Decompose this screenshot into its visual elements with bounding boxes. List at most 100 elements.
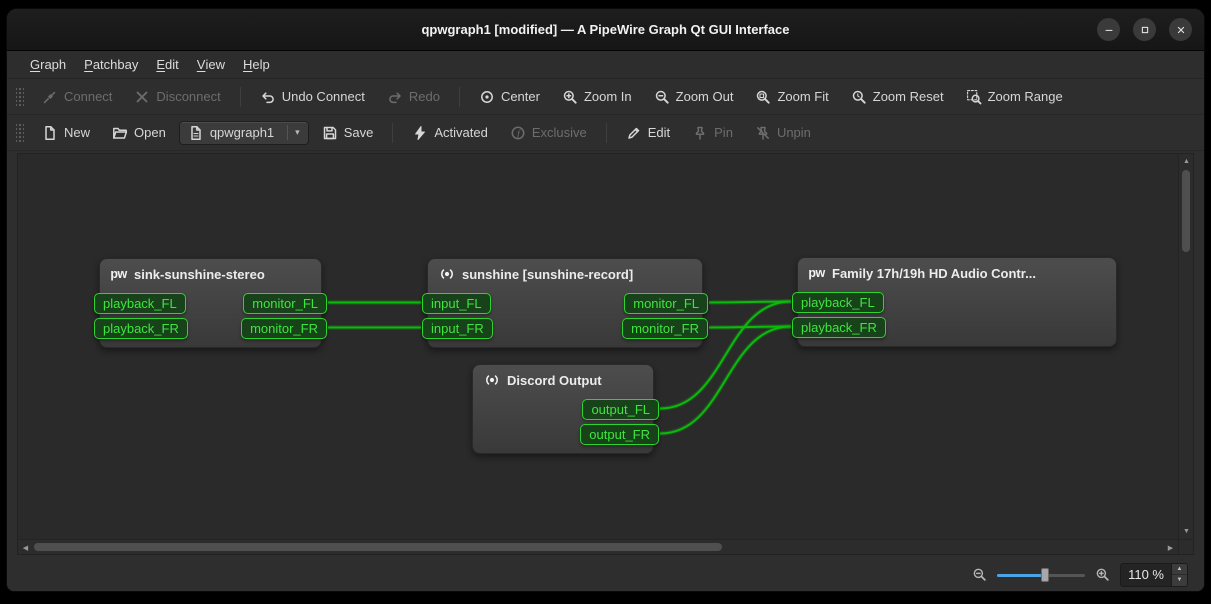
zoom-in-status-icon[interactable] — [1095, 567, 1110, 582]
toolbar-handle[interactable] — [16, 87, 24, 107]
output-port[interactable]: output_FR — [580, 424, 659, 445]
save-icon — [322, 125, 338, 141]
toolbar-actions: ConnectDisconnectUndo ConnectRedoCenterZ… — [7, 79, 1204, 115]
input-port[interactable]: input_FL — [422, 293, 491, 314]
toolbar-button-label: Zoom Out — [676, 89, 734, 104]
zoom-spin-up-button[interactable]: ▲ — [1172, 564, 1187, 575]
minimize-button[interactable] — [1097, 18, 1120, 41]
zoom-slider-fill — [997, 574, 1045, 577]
node-header[interactable]: sunshine [sunshine-record] — [428, 259, 702, 282]
menubar-item-graph[interactable]: Graph — [21, 51, 75, 78]
menubar: GraphPatchbayEditViewHelp — [7, 51, 1204, 79]
pipewire-icon: pw — [110, 266, 127, 282]
toolbar-button-open[interactable]: Open — [103, 120, 175, 146]
toolbar-button-label: New — [64, 125, 90, 140]
window-title: qpwgraph1 [modified] — A PipeWire Graph … — [7, 9, 1204, 50]
node-title: Family 17h/19h HD Audio Contr... — [832, 266, 1036, 281]
zoom-out-icon — [654, 89, 670, 105]
toolbar-button-undo-connect[interactable]: Undo Connect — [251, 84, 374, 110]
zoom-range-icon — [966, 89, 982, 105]
menubar-item-help[interactable]: Help — [234, 51, 279, 78]
toolbar-button-exclusive[interactable]: fExclusive — [501, 120, 596, 146]
toolbar-button-center[interactable]: Center — [470, 84, 549, 110]
titlebar[interactable]: qpwgraph1 [modified] — A PipeWire Graph … — [7, 9, 1204, 51]
graph-node-sink-sunshine-stereo[interactable]: pwsink-sunshine-stereoplayback_FLplaybac… — [99, 258, 322, 348]
toolbar-button-edit[interactable]: Edit — [617, 120, 679, 146]
maximize-button[interactable] — [1133, 18, 1156, 41]
toolbar-button-zoom-out[interactable]: Zoom Out — [645, 84, 743, 110]
toolbar-button-zoom-fit[interactable]: Zoom Fit — [746, 84, 837, 110]
vertical-scrollbar[interactable]: ▲ ▼ — [1178, 154, 1193, 539]
toolbar-separator — [392, 123, 393, 143]
unpin-icon — [755, 125, 771, 141]
horizontal-scrollbar-thumb[interactable] — [34, 543, 722, 551]
graph-node-discord-output[interactable]: Discord Outputoutput_FLoutput_FR — [472, 364, 654, 454]
app-window: qpwgraph1 [modified] — A PipeWire Graph … — [6, 8, 1205, 592]
zoom-spin-down-button[interactable]: ▼ — [1172, 574, 1187, 586]
node-header[interactable]: pwsink-sunshine-stereo — [100, 259, 321, 282]
input-port[interactable]: playback_FL — [792, 292, 884, 313]
window-controls — [1097, 9, 1192, 50]
toolbar-button-zoom-range[interactable]: Zoom Range — [957, 84, 1072, 110]
zoom-value: 110 % — [1121, 564, 1171, 586]
toolbar-button-label: Open — [134, 125, 166, 140]
output-port[interactable]: monitor_FR — [622, 318, 708, 339]
toolbar-button-label: Disconnect — [156, 89, 220, 104]
toolbar-button-disconnect[interactable]: Disconnect — [125, 84, 229, 110]
node-header[interactable]: Discord Output — [473, 365, 653, 388]
toolbar-button-pin[interactable]: Pin — [683, 120, 742, 146]
open-folder-icon — [112, 125, 128, 141]
toolbar-handle[interactable] — [16, 123, 24, 143]
toolbar-button-zoom-in[interactable]: Zoom In — [553, 84, 641, 110]
input-port[interactable]: playback_FL — [94, 293, 186, 314]
zoom-fit-icon — [755, 89, 771, 105]
statusbar: 110 % ▲ ▼ — [7, 558, 1204, 591]
scroll-down-arrow[interactable]: ▼ — [1179, 524, 1194, 539]
graph-canvas[interactable]: pwsink-sunshine-stereoplayback_FLplaybac… — [18, 154, 1178, 539]
menubar-item-edit[interactable]: Edit — [147, 51, 187, 78]
toolbar-button-zoom-reset[interactable]: Zoom Reset — [842, 84, 953, 110]
scroll-up-arrow[interactable]: ▲ — [1179, 154, 1194, 169]
patchbay-file-icon — [188, 125, 204, 141]
output-port[interactable]: monitor_FL — [243, 293, 327, 314]
edit-icon — [626, 125, 642, 141]
record-icon — [483, 372, 500, 388]
zoom-spinbox[interactable]: 110 % ▲ ▼ — [1120, 563, 1188, 587]
output-port[interactable]: monitor_FL — [624, 293, 708, 314]
scroll-left-arrow[interactable]: ◀ — [18, 540, 33, 555]
toolbar-button-activated[interactable]: Activated — [403, 120, 496, 146]
close-button[interactable] — [1169, 18, 1192, 41]
close-icon — [1175, 24, 1187, 36]
patchbay-selector-combo[interactable]: qpwgraph1▾ — [179, 121, 309, 145]
toolbar-button-label: qpwgraph1 — [210, 125, 274, 140]
input-port[interactable]: playback_FR — [792, 317, 886, 338]
maximize-icon — [1139, 24, 1151, 36]
toolbar-button-new[interactable]: New — [33, 120, 99, 146]
zoom-out-status-icon[interactable] — [972, 567, 987, 582]
zoom-slider[interactable] — [997, 567, 1085, 583]
zoom-reset-icon — [851, 89, 867, 105]
menubar-item-patchbay[interactable]: Patchbay — [75, 51, 147, 78]
node-header[interactable]: pwFamily 17h/19h HD Audio Contr... — [798, 258, 1116, 281]
vertical-scrollbar-thumb[interactable] — [1182, 170, 1190, 252]
output-port[interactable]: monitor_FR — [241, 318, 327, 339]
toolbar-button-redo[interactable]: Redo — [378, 84, 449, 110]
zoom-slider-handle[interactable] — [1041, 568, 1049, 582]
menubar-item-view[interactable]: View — [188, 51, 234, 78]
toolbar-button-save[interactable]: Save — [313, 120, 383, 146]
toolbar-button-label: Exclusive — [532, 125, 587, 140]
zoom-spin-buttons: ▲ ▼ — [1171, 564, 1187, 586]
toolbar-button-unpin[interactable]: Unpin — [746, 120, 820, 146]
input-port[interactable]: input_FR — [422, 318, 493, 339]
graph-node-sunshine[interactable]: sunshine [sunshine-record]input_FLinput_… — [427, 258, 703, 348]
scroll-right-arrow[interactable]: ▶ — [1163, 540, 1178, 555]
graph-node-family-audio[interactable]: pwFamily 17h/19h HD Audio Contr...playba… — [797, 257, 1117, 347]
horizontal-scrollbar[interactable]: ◀ ▶ — [18, 540, 1178, 554]
output-port[interactable]: output_FL — [582, 399, 659, 420]
record-icon — [438, 266, 455, 282]
toolbar-button-label: Save — [344, 125, 374, 140]
toolbar-separator — [606, 123, 607, 143]
toolbar-button-label: Unpin — [777, 125, 811, 140]
input-port[interactable]: playback_FR — [94, 318, 188, 339]
toolbar-button-connect[interactable]: Connect — [33, 84, 121, 110]
